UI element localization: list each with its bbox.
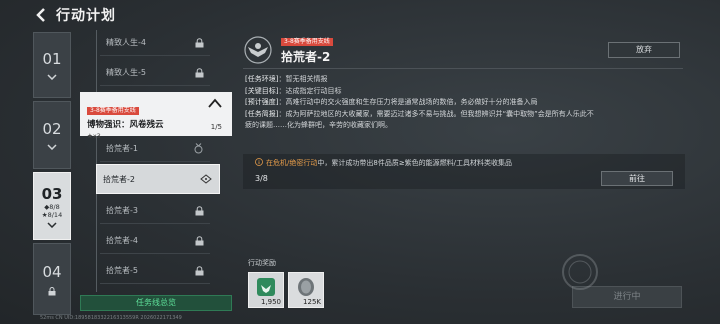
reward-quantity: 1,950	[260, 298, 281, 306]
list-item[interactable]: 精致人生-4	[100, 30, 210, 56]
list-item[interactable]: 拾荒者-1	[100, 136, 210, 162]
task-highlight: 在危机/绝密行动	[266, 159, 318, 167]
mission-label: 拾荒者-3	[106, 206, 138, 215]
info-row-desc: [任务简报]：成为阿萨拉地区的大收藏家，需要迈过诸多不易与挑战。但我想辨识并“囊…	[245, 109, 594, 118]
chapter-01[interactable]: 01	[33, 32, 71, 98]
tree-line	[96, 30, 97, 292]
lock-icon	[195, 205, 204, 215]
seal-watermark-icon	[562, 254, 598, 290]
page-title: 行动计划	[56, 8, 116, 24]
event-name: 博物强识：风卷残云	[87, 120, 164, 130]
chapter-stat-diamond: ◆8/8	[44, 202, 60, 211]
mission-label: 拾荒者-5	[106, 266, 138, 275]
reward-label: 行动奖励	[248, 259, 276, 267]
mission-info: [任务环境]：暂无相关情报 [关键目标]：达成指定行动目标 [预计强度]：高难行…	[245, 74, 685, 132]
task-text: 中，累计成功带出8件品质≥紫色的能源燃料/工具材料类收集品	[317, 159, 513, 167]
lock-icon	[195, 37, 204, 47]
chapter-list: 01 02 03 ◆8/8 ★8/14 04	[33, 32, 71, 318]
chapter-02[interactable]: 02	[33, 101, 71, 169]
badge-reward-icon	[257, 278, 275, 296]
chapter-04[interactable]: 04	[33, 243, 71, 315]
chapter-03[interactable]: 03 ◆8/8 ★8/14	[33, 172, 71, 240]
header: 行动计划	[0, 0, 720, 30]
info-row-goal: [关键目标]：达成指定行动目标	[245, 86, 342, 95]
divider	[243, 68, 683, 69]
info-row-desc-cont: 疲的课题……化为蜂群吧，辛劳的收藏家们啊。	[245, 121, 392, 129]
info-icon	[255, 158, 263, 166]
list-item-current[interactable]: 拾荒者-2	[96, 164, 220, 194]
chapter-stat-star: ★8/14	[41, 210, 63, 219]
list-item[interactable]: 拾荒者-4	[100, 228, 210, 254]
event-card[interactable]: 3-8赛季备用支线 博物强识：风卷残云 ★x3 1/5	[80, 92, 232, 140]
mission-label: 精致人生-5	[106, 68, 146, 77]
task-objective: 在危机/绝密行动中，累计成功带出8件品质≥紫色的能源燃料/工具材料类收集品 3/…	[243, 154, 685, 189]
footer-info: 52ms CN UID:1895818332216313559R 2026022…	[40, 315, 182, 321]
chapter-number: 01	[42, 50, 62, 68]
mission-label: 拾荒者-1	[106, 144, 138, 153]
event-progress: 1/5	[210, 123, 222, 131]
overview-button[interactable]: 任务线总览	[80, 295, 232, 311]
mission-label: 拾荒者-4	[106, 236, 138, 245]
mission-detail: 3-8赛季备用支线 拾荒者-2 放弃 [任务环境]：暂无相关情报 [关键目标]：…	[240, 30, 690, 320]
event-tag: 3-8赛季备用支线	[87, 107, 139, 115]
mission-label: 拾荒者-2	[103, 174, 135, 184]
reward-item-1[interactable]: 1,950	[248, 272, 284, 308]
chapter-number: 03	[41, 184, 63, 203]
coin-icon	[298, 278, 314, 296]
mission-list: 精致人生-4 精致人生-5 3-8赛季备用支线 博物强识：风卷残云 ★x3 1/…	[80, 30, 235, 292]
chevron-down-icon	[47, 221, 57, 228]
mission-label: 精致人生-4	[106, 38, 146, 47]
mission-title: 拾荒者-2	[281, 50, 331, 64]
chevron-down-icon	[47, 74, 57, 80]
list-item[interactable]: 精致人生-5	[100, 60, 210, 86]
target-icon	[200, 174, 212, 184]
reward-quantity: 125K	[303, 298, 321, 306]
medal-icon	[194, 143, 203, 154]
abandon-button[interactable]: 放弃	[608, 42, 680, 58]
list-item[interactable]: 拾荒者-3	[100, 198, 210, 224]
chevron-down-icon	[47, 144, 57, 150]
goto-button[interactable]: 前往	[601, 171, 673, 186]
lock-icon	[195, 265, 204, 275]
back-arrow-icon[interactable]	[34, 7, 50, 23]
lock-icon	[48, 286, 56, 295]
info-row-intensity: [预计强度]：高难行动中的交火强度和生存压力将是通常战场的数倍，务必做好十分的准…	[245, 98, 538, 106]
eagle-emblem-icon	[244, 36, 272, 64]
lock-icon	[195, 67, 204, 77]
reward-item-2[interactable]: 125K	[288, 272, 324, 308]
chevron-up-icon[interactable]	[208, 98, 222, 108]
lock-icon	[195, 235, 204, 245]
chapter-number: 04	[42, 262, 62, 281]
info-row-env: [任务环境]：暂无相关情报	[245, 75, 328, 83]
list-item[interactable]: 拾荒者-5	[100, 258, 210, 284]
chapter-number: 02	[42, 120, 62, 138]
mission-tag: 3-8赛季备用支线	[281, 38, 333, 46]
